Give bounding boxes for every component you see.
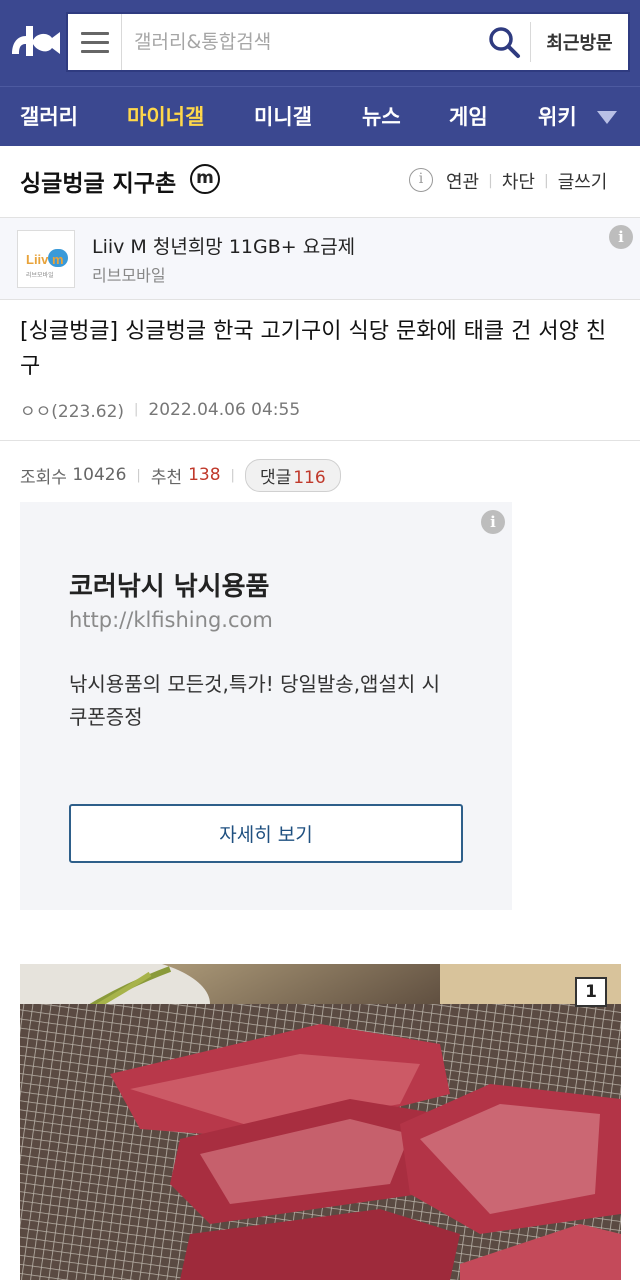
views-count: 10426: [72, 465, 127, 485]
dc-logo[interactable]: [8, 22, 64, 62]
comments-label: 댓글: [259, 467, 292, 488]
write-post-link[interactable]: 글쓰기: [558, 168, 608, 194]
comments-button[interactable]: 댓글 116: [244, 458, 341, 492]
divider: |: [543, 173, 549, 189]
post-meta: ㅇㅇ(223.62) | 2022.04.06 04:55: [20, 397, 301, 423]
image-index-badge: 1: [575, 977, 607, 1007]
gallery-title[interactable]: 싱글벙글 지구촌: [20, 164, 176, 198]
ad-info-icon[interactable]: i: [481, 510, 505, 534]
ad-details-button[interactable]: 자세히 보기: [69, 804, 463, 863]
divider: |: [230, 467, 235, 483]
recent-visits-button[interactable]: 최근방문: [530, 22, 628, 62]
divider: |: [134, 402, 139, 417]
ad-title[interactable]: Liiv M 청년희망 11GB+ 요금제: [92, 232, 355, 259]
gallery-info-icon[interactable]: i: [409, 168, 433, 192]
nav-item-wiki[interactable]: 위키: [538, 87, 577, 147]
hamburger-menu-icon[interactable]: [68, 14, 122, 70]
views-label: 조회수: [20, 467, 67, 488]
display-ad-description: 낚시용품의 모든것,특가! 당일발송,앱설치 시 쿠폰증정: [69, 672, 441, 729]
nav-item-minor-gallery[interactable]: 마이너갤: [127, 87, 204, 147]
liiv-m-logo: Liiv m 리브모바일: [17, 230, 75, 288]
gallery-links: 연관 | 차단 | 글쓰기: [446, 168, 607, 194]
nav-item-mini-gallery[interactable]: 미니갤: [254, 87, 312, 147]
nav-item-news[interactable]: 뉴스: [362, 87, 401, 147]
top-ad-banner[interactable]: Liiv m 리브모바일 Liiv M 청년희망 11GB+ 요금제 리브모바일: [0, 218, 640, 300]
nav-expand-icon[interactable]: [597, 111, 617, 124]
svg-text:리브모바일: 리브모바일: [26, 271, 54, 279]
nav-item-gallery[interactable]: 갤러리: [20, 87, 78, 147]
top-header: 최근방문: [0, 0, 640, 86]
divider: |: [136, 467, 141, 483]
recommend-count: 138: [188, 465, 221, 485]
ad-info-icon[interactable]: i: [609, 225, 633, 249]
post-image[interactable]: 1: [20, 964, 621, 1280]
search-icon[interactable]: [486, 24, 522, 60]
divider: |: [488, 173, 493, 189]
svg-text:Liiv m: Liiv m: [26, 252, 64, 267]
grilled-meat-photo: [20, 964, 621, 1280]
post-date: 2022.04.06 04:55: [148, 399, 301, 420]
minor-gallery-badge-icon: m: [190, 164, 220, 194]
gallery-header: 싱글벙글 지구촌 m i 연관 | 차단 | 글쓰기: [0, 146, 640, 218]
comments-count: 116: [293, 467, 326, 488]
search-input[interactable]: [134, 14, 474, 70]
ad-advertiser: 리브모바일: [92, 266, 166, 285]
nav-item-game[interactable]: 게임: [449, 87, 488, 147]
recommend-label: 추천: [150, 467, 183, 488]
display-ad-title[interactable]: 코러낚시 낚시용품: [69, 566, 269, 603]
display-ad-url[interactable]: http://klfishing.com: [69, 608, 273, 632]
divider: [0, 440, 640, 441]
search-box: 최근방문: [66, 12, 630, 72]
display-ad[interactable]: i 코러낚시 낚시용품 http://klfishing.com 낚시용품의 모…: [20, 502, 512, 910]
related-link[interactable]: 연관: [446, 168, 479, 194]
post-author[interactable]: ㅇㅇ(223.62): [20, 397, 124, 422]
block-link[interactable]: 차단: [502, 168, 535, 194]
main-nav: 갤러리 마이너갤 미니갤 뉴스 게임 위키: [0, 86, 640, 146]
post-title: [싱글벙글] 싱글벙글 한국 고기구이 식당 문화에 태클 건 서양 친구: [20, 319, 607, 379]
post-stats: 조회수 10426 | 추천 138 | 댓글 116: [20, 458, 341, 492]
